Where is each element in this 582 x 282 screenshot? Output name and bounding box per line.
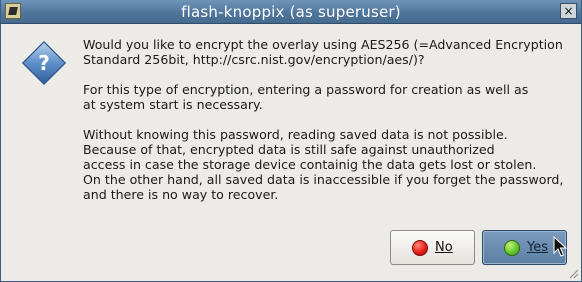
- dialog-message: Would you like to encrypt the overlay us…: [83, 37, 573, 217]
- mouse-pointer-icon: [553, 236, 567, 257]
- red-circle-icon: [412, 239, 428, 256]
- dialog-window: flash-knoppix (as superuser) × ? Would y…: [0, 0, 582, 282]
- question-icon: ?: [21, 40, 67, 86]
- window-title: flash-knoppix (as superuser): [181, 3, 401, 21]
- no-button[interactable]: No: [390, 230, 475, 265]
- yes-button-label: Yes: [527, 240, 548, 255]
- green-circle-icon: [504, 239, 520, 256]
- resize-grip-icon[interactable]: [567, 267, 579, 279]
- svg-text:?: ?: [38, 51, 50, 75]
- title-bar[interactable]: flash-knoppix (as superuser) ×: [1, 0, 581, 24]
- close-button[interactable]: ×: [560, 3, 577, 19]
- message-paragraph-3: Without knowing this password, reading s…: [83, 127, 564, 202]
- message-paragraph-1: Would you like to encrypt the overlay us…: [83, 37, 563, 67]
- message-paragraph-2: For this type of encryption, entering a …: [83, 82, 529, 112]
- no-button-label: No: [435, 240, 453, 255]
